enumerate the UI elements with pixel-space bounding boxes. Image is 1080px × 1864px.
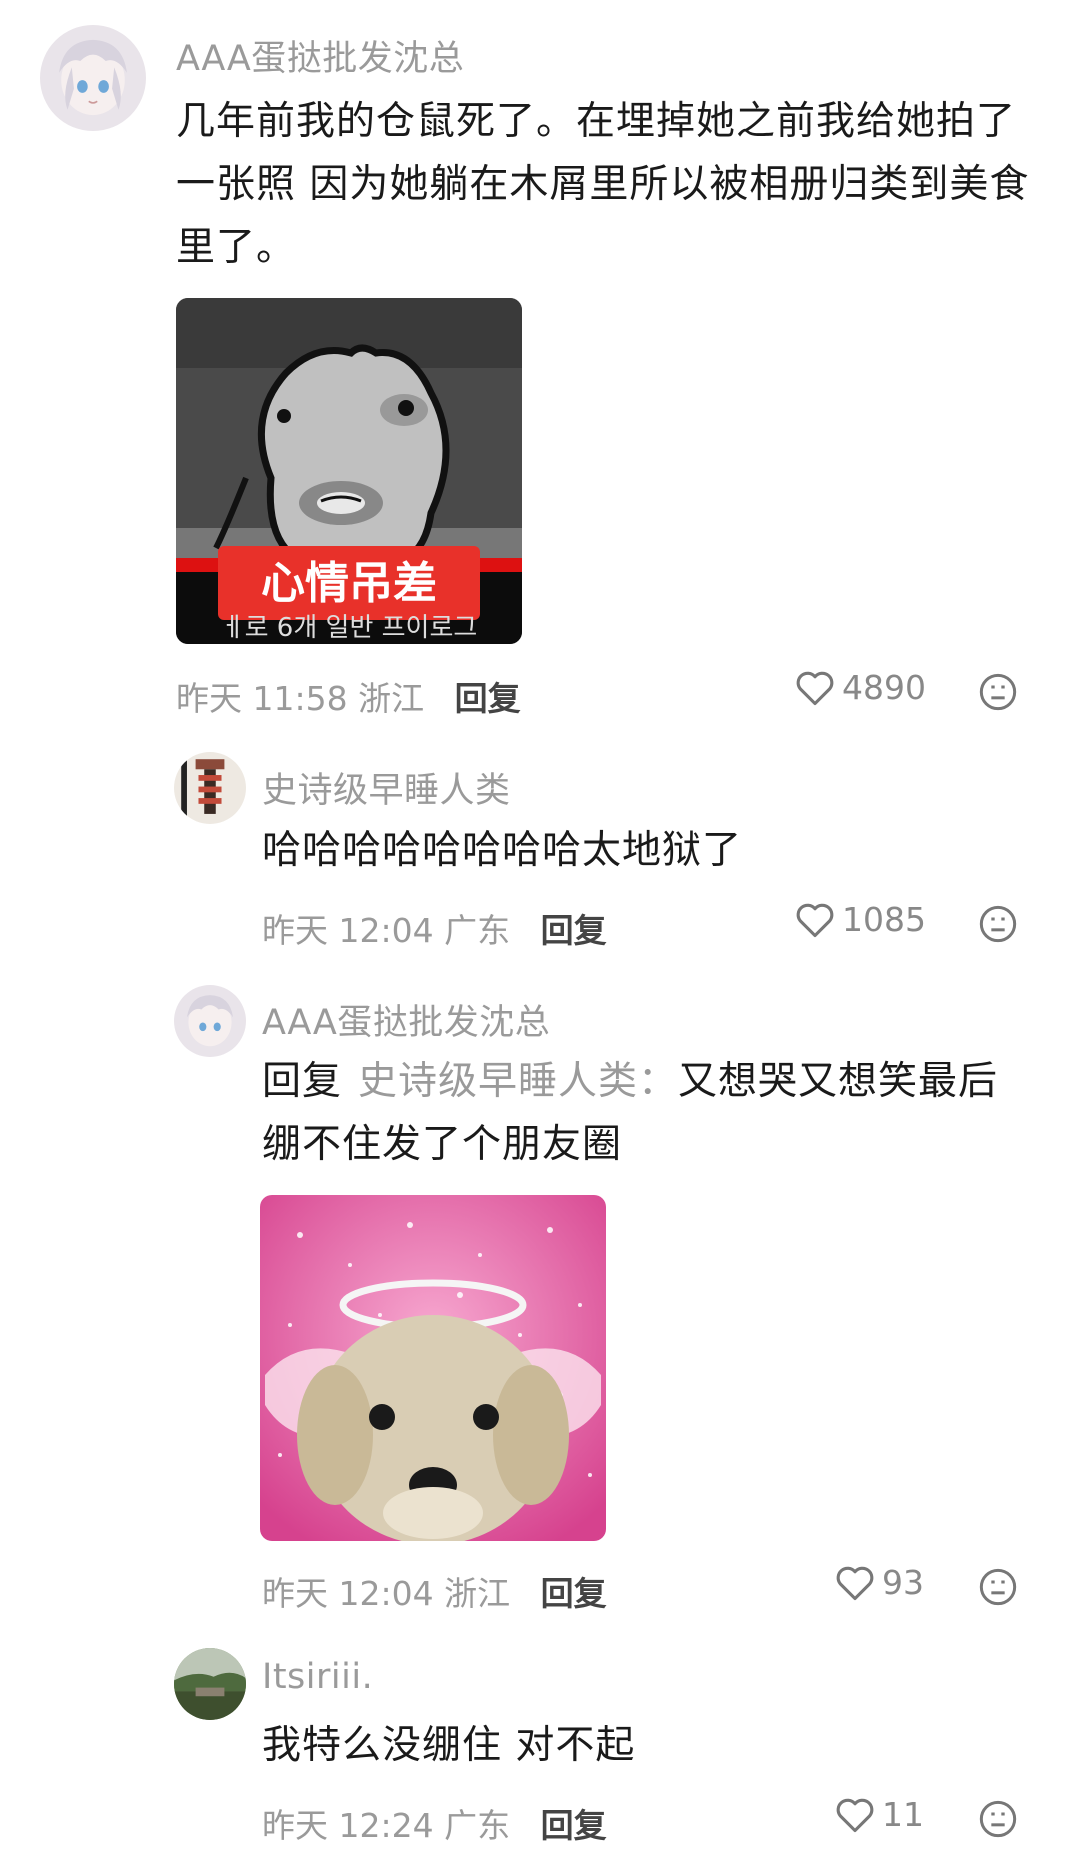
comment-text-fragment: 又想哭又想笑最后 <box>678 1059 999 1104</box>
heart-icon <box>796 903 834 937</box>
comment-text: 回复 史诗级早睡人类：又想哭又想笑最后 绷不住发了个朋友圈 <box>262 1050 1052 1176</box>
image-subcaption: ㅔ로 6개 일반 프이로그 <box>221 613 478 643</box>
comment-text-line: 一张照 因为她躺在木屑里所以被相册归类到美食 <box>176 162 1030 207</box>
comment-time: 昨天 12:24 <box>262 1806 434 1845</box>
like-count: 93 <box>882 1563 924 1602</box>
comment-meta: 昨天 12:24 广东 回复 <box>262 1799 607 1847</box>
comment-time: 昨天 11:58 <box>176 679 348 718</box>
comment-text-line: 哈哈哈哈哈哈哈哈太地狱了 <box>262 828 743 873</box>
comment-image-angel-puppy[interactable] <box>260 1195 606 1541</box>
like-count: 4890 <box>842 668 926 707</box>
username[interactable]: AAA蛋挞批发沈总 <box>262 994 550 1045</box>
like-button[interactable]: 4890 <box>794 668 926 707</box>
anime-avatar-icon <box>40 25 146 131</box>
comment-text: 我特么没绷住 对不起 <box>262 1714 1042 1777</box>
comment-location: 浙江 <box>358 679 425 718</box>
comment-time: 昨天 12:04 <box>262 1574 434 1613</box>
comment-text-line: 绷不住发了个朋友圈 <box>262 1122 623 1167</box>
avatar[interactable] <box>174 1648 246 1720</box>
like-count: 1085 <box>842 900 926 939</box>
reply-prefix: 回复 <box>262 1059 343 1104</box>
heart-icon <box>796 671 834 705</box>
reply-button[interactable]: 回复 <box>541 1806 607 1845</box>
reply-button[interactable]: 回复 <box>541 911 607 950</box>
heart-icon <box>836 1566 874 1600</box>
comment-text-line: 回复 史诗级早睡人类：又想哭又想笑最后 <box>262 1050 1052 1113</box>
comment-text: 哈哈哈哈哈哈哈哈太地狱了 <box>262 819 1042 882</box>
dislike-face-icon[interactable] <box>978 672 1018 712</box>
username[interactable]: AAA蛋挞批发沈总 <box>176 30 464 81</box>
comment-time: 昨天 12:04 <box>262 911 434 950</box>
figurine-avatar-icon <box>174 752 246 824</box>
dislike-face-icon[interactable] <box>978 1799 1018 1839</box>
heart-icon <box>836 1798 874 1832</box>
comment-meta: 昨天 12:04 浙江 回复 <box>262 1567 607 1615</box>
dislike-face-icon[interactable] <box>978 904 1018 944</box>
like-count: 11 <box>882 1795 924 1834</box>
like-button[interactable]: 11 <box>834 1795 924 1834</box>
avatar[interactable] <box>40 25 146 131</box>
reply-button[interactable]: 回复 <box>455 679 521 718</box>
username[interactable]: Itsiriii. <box>262 1657 373 1697</box>
image-caption: 心情吊差 <box>261 558 437 609</box>
comment-meta: 昨天 12:04 广东 回复 <box>262 904 607 952</box>
hamster-meme-image: 心情吊差 ㅔ로 6개 일반 프이로그 <box>176 298 522 644</box>
landscape-avatar-icon <box>174 1648 246 1720</box>
comment-text: 几年前我的仓鼠死了。在埋掉她之前我给她拍了 一张照 因为她躺在木屑里所以被相册归… <box>176 90 1056 279</box>
like-button[interactable]: 93 <box>834 1563 924 1602</box>
comment-text-line: 几年前我的仓鼠死了。在埋掉她之前我给她拍了 <box>176 99 1017 144</box>
reply-button[interactable]: 回复 <box>541 1574 607 1613</box>
dislike-face-icon[interactable] <box>978 1567 1018 1607</box>
comment-text-line: 里了。 <box>176 225 297 270</box>
avatar[interactable] <box>174 752 246 824</box>
angel-puppy-image <box>260 1195 606 1541</box>
comment-location: 浙江 <box>444 1574 511 1613</box>
comment-image-hamster-meme[interactable]: 心情吊差 ㅔ로 6개 일반 프이로그 <box>176 298 522 644</box>
reply-target-username[interactable]: 史诗级早睡人类： <box>358 1059 678 1104</box>
comment-location: 广东 <box>444 1806 511 1845</box>
comment-text-line: 我特么没绷住 对不起 <box>262 1723 636 1768</box>
comment-meta: 昨天 11:58 浙江 回复 <box>176 672 521 720</box>
avatar[interactable] <box>174 985 246 1057</box>
like-button[interactable]: 1085 <box>794 900 926 939</box>
anime-avatar-icon <box>174 985 246 1057</box>
username[interactable]: 史诗级早睡人类 <box>262 762 511 813</box>
comment-location: 广东 <box>444 911 511 950</box>
